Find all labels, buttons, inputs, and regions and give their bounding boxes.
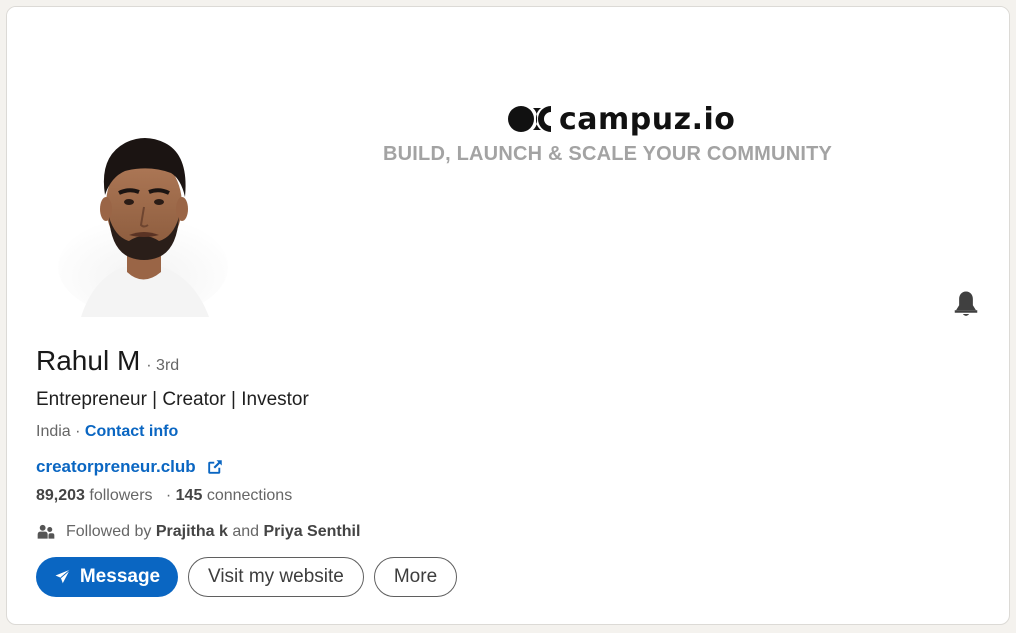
- connections-label: connections: [206, 487, 293, 504]
- more-button[interactable]: More: [373, 557, 458, 597]
- followers-label: followers: [89, 487, 153, 504]
- banner-tagline: BUILD, LAUNCH & SCALE YOUR COMMUNITY: [383, 143, 833, 165]
- connections-count: 145: [175, 487, 203, 504]
- visit-website-button[interactable]: Visit my website: [188, 557, 364, 597]
- network-stats: 89,203 followers · 145 connections: [36, 487, 976, 511]
- stats-separator: ·: [165, 487, 172, 504]
- more-button-label: More: [393, 566, 438, 587]
- brand-name: campuz.io: [559, 101, 736, 137]
- message-button[interactable]: Message: [36, 557, 178, 597]
- profile-location: India ·: [36, 423, 81, 440]
- profile-name[interactable]: Rahul M: [36, 345, 140, 377]
- people-icon: [37, 524, 55, 539]
- bell-icon[interactable]: [951, 289, 981, 319]
- website-row: creatorpreneur.club: [36, 455, 976, 479]
- profile-avatar[interactable]: [53, 117, 233, 317]
- connection-degree: · 3rd: [146, 357, 180, 374]
- profile-card: campuz.io BUILD, LAUNCH & SCALE YOUR COM…: [6, 6, 1010, 625]
- message-button-label: Message: [79, 566, 161, 587]
- mutual-follower-1: Prajitha k: [155, 523, 228, 540]
- profile-banner: campuz.io BUILD, LAUNCH & SCALE YOUR COM…: [7, 7, 1009, 337]
- profile-actions: Message Visit my website More: [36, 557, 458, 597]
- website-link[interactable]: creatorpreneur.club: [36, 457, 196, 477]
- paper-plane-icon: [55, 569, 71, 584]
- mutual-followers[interactable]: Followed by Prajitha k and Priya Senthil: [36, 519, 976, 545]
- name-row: Rahul M · 3rd: [36, 345, 976, 383]
- location-row: India · Contact info: [36, 423, 976, 447]
- external-link-icon[interactable]: [206, 458, 224, 476]
- followed-by-prefix: Followed by: [66, 523, 152, 540]
- visit-website-label: Visit my website: [208, 566, 344, 587]
- profile-headline: Entrepreneur | Creator | Investor: [36, 389, 309, 410]
- contact-info-link[interactable]: Contact info: [85, 423, 178, 440]
- campuz-logo-icon: [508, 106, 551, 132]
- followed-by-and: and: [232, 523, 260, 540]
- brand-lockup: campuz.io: [507, 99, 735, 139]
- mutual-follower-2: Priya Senthil: [263, 523, 361, 540]
- followers-count: 89,203: [36, 487, 85, 504]
- profile-info: Rahul M · 3rd Entrepreneur | Creator | I…: [36, 345, 976, 545]
